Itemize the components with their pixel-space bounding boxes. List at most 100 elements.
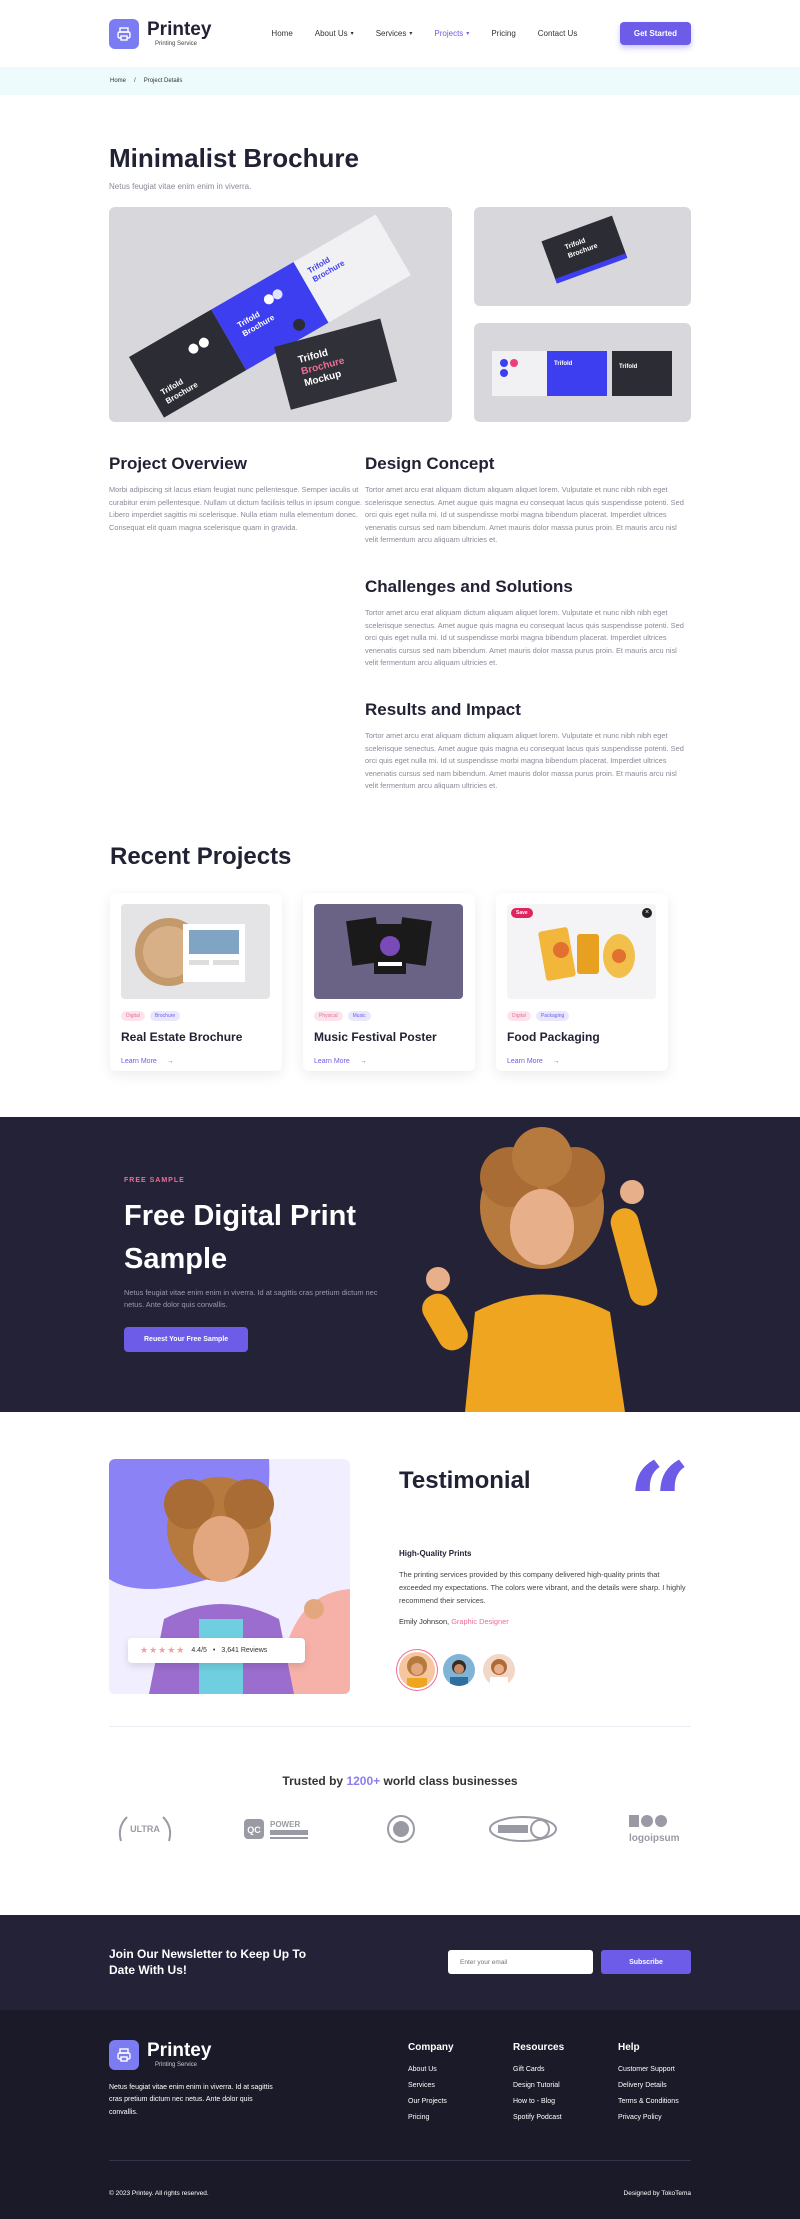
page-title: Minimalist Brochure bbox=[109, 143, 359, 173]
avatar[interactable] bbox=[399, 1651, 435, 1688]
learn-more-link[interactable]: Learn More → bbox=[314, 1058, 464, 1065]
client-logo bbox=[488, 1813, 558, 1847]
footer-column-company: Company About Us Services Our Projects P… bbox=[408, 2042, 454, 2130]
tag[interactable]: Physical bbox=[314, 1010, 343, 1021]
newsletter-form: Subscribe bbox=[448, 1950, 691, 1975]
gallery-thumb-1[interactable]: Trifold Brochure bbox=[474, 207, 691, 306]
card-image bbox=[314, 903, 463, 999]
footer-link[interactable]: About Us bbox=[408, 2066, 454, 2073]
section-title: Challenges and Solutions bbox=[365, 576, 573, 596]
brand-name: Printey bbox=[147, 2040, 212, 2062]
footer-link[interactable]: Our Projects bbox=[408, 2098, 454, 2105]
footer-link[interactable]: Design Tutorial bbox=[513, 2082, 564, 2089]
tag[interactable]: Packaging bbox=[535, 1010, 570, 1021]
tag[interactable]: Digital bbox=[507, 1010, 531, 1021]
card-title[interactable]: Music Festival Poster bbox=[314, 1030, 464, 1044]
brand-tagline: Printing Service bbox=[155, 2062, 198, 2069]
footer-link[interactable]: Services bbox=[408, 2082, 454, 2089]
site-header: Printey Printing Service Home About Us ▾ … bbox=[0, 0, 800, 67]
footer-link[interactable]: Pricing bbox=[408, 2114, 454, 2121]
section-title: Design Concept bbox=[365, 454, 495, 473]
client-logo: ULTRA bbox=[115, 1813, 175, 1847]
card-title[interactable]: Food Packaging bbox=[507, 1030, 657, 1044]
footer-link[interactable]: Privacy Policy bbox=[618, 2114, 679, 2121]
footer-link[interactable]: Customer Support bbox=[618, 2066, 679, 2073]
footer-column-help: Help Customer Support Delivery Details T… bbox=[618, 2042, 679, 2130]
section-text: Tortor amet arcu erat aliquam dictum ali… bbox=[365, 607, 684, 668]
arrow-right-icon: → bbox=[552, 1057, 560, 1065]
tag[interactable]: Music bbox=[347, 1010, 371, 1021]
card-title[interactable]: Real Estate Brochure bbox=[121, 1030, 271, 1044]
chevron-down-icon: ▾ bbox=[409, 31, 413, 37]
tag[interactable]: Brochure bbox=[149, 1010, 181, 1021]
nav-home[interactable]: Home bbox=[271, 29, 292, 38]
nav-contact[interactable]: Contact Us bbox=[538, 29, 578, 38]
brand-logo[interactable]: Printey Printing Service bbox=[109, 18, 212, 49]
close-icon[interactable]: × bbox=[642, 907, 652, 918]
overview-column: Project Overview Morbi adipiscing sit la… bbox=[109, 454, 365, 793]
review-count: 3,641 Reviews bbox=[221, 1646, 268, 1654]
page-subtitle: Netus feugiat vitae enim enim in viverra… bbox=[109, 182, 252, 191]
avatar[interactable] bbox=[443, 1653, 475, 1686]
footer-description: Netus feugiat vitae enim enim in viverra… bbox=[109, 2083, 273, 2116]
footer-logo[interactable]: Printey Printing Service bbox=[109, 2039, 212, 2070]
arrow-right-icon: → bbox=[359, 1057, 367, 1065]
nav-pricing[interactable]: Pricing bbox=[491, 29, 515, 38]
chevron-down-icon: ▾ bbox=[350, 31, 354, 37]
svg-text:Trifold: Trifold bbox=[554, 361, 573, 367]
section-divider bbox=[109, 1725, 691, 1727]
card-image bbox=[121, 903, 270, 999]
brand-name: Printey bbox=[147, 19, 212, 40]
card-tags: Digital Brochure bbox=[121, 1010, 271, 1021]
project-card[interactable]: Digital Brochure Real Estate Brochure Le… bbox=[110, 892, 282, 1071]
printer-icon bbox=[109, 18, 139, 49]
nav-services[interactable]: Services ▾ bbox=[376, 29, 413, 38]
breadcrumb-current: Project Details bbox=[143, 78, 183, 84]
tag[interactable]: Digital bbox=[121, 1010, 145, 1021]
footer-link[interactable]: Spotify Podcast bbox=[513, 2114, 564, 2121]
get-started-button[interactable]: Get Started bbox=[619, 22, 691, 45]
request-sample-button[interactable]: Reuest Your Free Sample bbox=[124, 1326, 249, 1352]
printer-icon bbox=[109, 2039, 139, 2070]
main-nav: Home About Us ▾ Services ▾ Projects ▾ Prici… bbox=[271, 29, 577, 38]
footer-column-title: Help bbox=[618, 2041, 640, 2053]
promo-title: Free Digital Print Sample bbox=[124, 1199, 357, 1275]
save-badge[interactable]: Save bbox=[511, 907, 533, 918]
testimonial-content: Testimonial “ High-Quality Prints The pr… bbox=[399, 1447, 691, 1694]
designer-credit[interactable]: Designed by TokoTema bbox=[624, 2190, 691, 2197]
copyright: © 2023 Printey. All rights reserved. bbox=[109, 2189, 209, 2197]
promo-text: Netus feugiat vitae enim enim in viverra… bbox=[124, 1287, 378, 1309]
footer-link[interactable]: Terms & Conditions bbox=[618, 2098, 679, 2105]
project-details: Project Overview Morbi adipiscing sit la… bbox=[0, 454, 800, 793]
footer-link[interactable]: Gift Cards bbox=[513, 2066, 564, 2073]
svg-text:Trifold: Trifold bbox=[619, 364, 638, 370]
details-column: Design Concept Tortor amet arcu erat ali… bbox=[365, 454, 690, 793]
overview-title: Project Overview bbox=[109, 454, 247, 473]
footer-link[interactable]: How to - Blog bbox=[513, 2098, 564, 2105]
email-input[interactable] bbox=[448, 1950, 593, 1975]
section-text: Tortor amet arcu erat aliquam dictum ali… bbox=[365, 485, 684, 545]
client-logo bbox=[381, 1813, 421, 1847]
rating-value: 4.4/5 bbox=[191, 1646, 207, 1654]
breadcrumb-home[interactable]: Home bbox=[110, 78, 126, 84]
subscribe-button[interactable]: Subscribe bbox=[601, 1950, 691, 1975]
gallery-main-image[interactable]: Trifold Brochure Trifold Brochure Trifol… bbox=[109, 207, 452, 422]
nav-projects[interactable]: Projects ▾ bbox=[434, 29, 469, 38]
footer-divider bbox=[109, 2159, 691, 2161]
promo-eyebrow: FREE SAMPLE bbox=[124, 1176, 185, 1184]
project-card[interactable]: Save × Digital Packaging Food Packaging … bbox=[496, 892, 668, 1071]
nav-about[interactable]: About Us ▾ bbox=[315, 29, 354, 38]
project-gallery: Trifold Brochure Trifold Brochure Trifol… bbox=[109, 207, 691, 422]
newsletter-title: Join Our Newsletter to Keep Up To Date W… bbox=[109, 1947, 307, 1978]
chevron-down-icon: ▾ bbox=[466, 31, 470, 37]
gallery-thumb-2[interactable]: Trifold Trifold bbox=[474, 323, 691, 422]
avatar[interactable] bbox=[483, 1653, 515, 1686]
learn-more-link[interactable]: Learn More → bbox=[507, 1058, 657, 1065]
newsletter-section: Join Our Newsletter to Keep Up To Date W… bbox=[0, 1914, 800, 2010]
learn-more-link[interactable]: Learn More → bbox=[121, 1058, 271, 1065]
project-card[interactable]: Physical Music Music Festival Poster Lea… bbox=[303, 892, 475, 1071]
brand-tagline: Printing Service bbox=[155, 41, 198, 47]
author-role: Graphic Designer bbox=[451, 1616, 509, 1626]
footer-link[interactable]: Delivery Details bbox=[618, 2082, 679, 2089]
breadcrumb: Home / Project Details bbox=[0, 67, 800, 95]
